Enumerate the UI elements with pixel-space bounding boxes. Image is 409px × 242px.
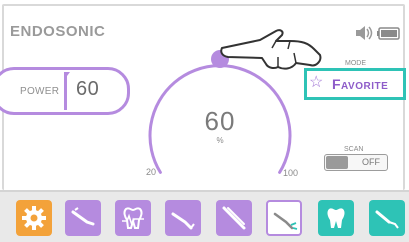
tool-button-2[interactable]: [115, 200, 151, 236]
scan-state: OFF: [362, 157, 380, 167]
mode-label: MODE: [345, 60, 366, 67]
gauge-value: 60: [204, 106, 236, 136]
speaker-icon[interactable]: [356, 26, 373, 40]
settings-button[interactable]: [16, 200, 52, 236]
scaler-tip-icon: [171, 212, 195, 230]
tool-button-1[interactable]: [65, 200, 101, 236]
scaler-icon: [375, 210, 399, 229]
star-icon: ☆: [309, 74, 324, 91]
status-icons: [356, 26, 400, 40]
battery-icon: [377, 27, 400, 40]
power-notch: [64, 72, 70, 80]
endo-file-icon: [71, 207, 95, 226]
tooth-chart-icon: [122, 207, 144, 229]
app-title: ENDOSONIC: [10, 23, 106, 40]
endosonic-screen: ENDOSONIC POWER 60 60 % 20 100 MODE ☆ Fa…: [0, 0, 409, 242]
tool-button-3[interactable]: [165, 200, 201, 236]
gauge-min-label: 20: [146, 167, 157, 177]
power-value[interactable]: 60: [76, 78, 99, 101]
scan-label: SCAN: [344, 146, 364, 153]
power-label: POWER: [20, 86, 60, 97]
tooth-icon: [327, 208, 345, 228]
scan-toggle-knob[interactable]: [326, 156, 348, 169]
favorite-label: Favorite: [332, 76, 389, 92]
tweezers-icon: [222, 206, 246, 230]
tool-button-7[interactable]: [369, 200, 405, 236]
gear-icon: [22, 206, 46, 230]
tool-button-6[interactable]: [318, 200, 354, 236]
tool-button-5[interactable]: [266, 200, 302, 236]
endo-tip-selected-icon: [273, 212, 298, 230]
tool-button-4[interactable]: [216, 200, 252, 236]
gauge-unit: %: [216, 136, 224, 145]
gauge-max-label: 100: [283, 168, 299, 178]
